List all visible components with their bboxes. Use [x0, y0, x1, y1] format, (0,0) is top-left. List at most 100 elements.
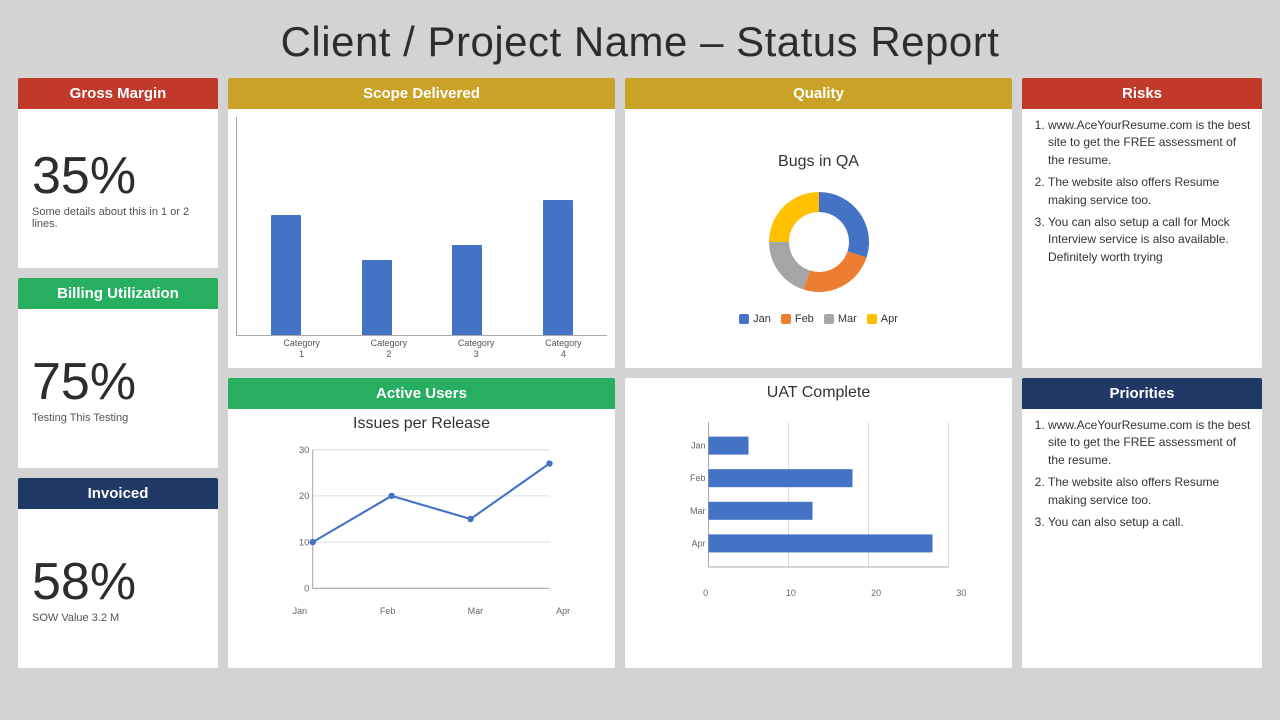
legend-color: [867, 314, 877, 324]
line-x-label: Apr: [519, 606, 607, 616]
uat-title: UAT Complete: [767, 384, 870, 402]
scope-delivered-header: Scope Delivered: [228, 78, 615, 109]
kpi-column: Gross Margin 35% Some details about this…: [18, 78, 218, 668]
page: Client / Project Name – Status Report Gr…: [0, 0, 1280, 720]
invoiced-value: 58%: [32, 556, 204, 608]
hbar-rect: [709, 437, 749, 455]
svg-text:0: 0: [304, 584, 309, 595]
hbar-y-label: Feb: [690, 473, 706, 483]
bugs-in-qa-title: Bugs in QA: [778, 153, 859, 171]
risk-item: The website also offers Resume making se…: [1048, 174, 1252, 209]
bar-x-label: Category3: [458, 338, 495, 360]
risks-card: Risks www.AceYourResume.com is the best …: [1022, 78, 1262, 368]
quality-body: Bugs in QA Jan Feb Mar Apr: [625, 109, 1012, 368]
invoiced-detail: SOW Value 3.2 M: [32, 612, 204, 624]
priorities-body: www.AceYourResume.com is the best site t…: [1022, 409, 1262, 544]
priorities-header: Priorities: [1022, 378, 1262, 409]
donut-segment: [769, 192, 819, 242]
hbar-x-tick: 0: [663, 588, 748, 598]
legend-item: Apr: [867, 313, 898, 325]
billing-utilization-header: Billing Utilization: [18, 278, 218, 309]
svg-text:30: 30: [299, 445, 310, 456]
legend-label: Apr: [881, 313, 898, 325]
hbar-y-label: Apr: [691, 538, 705, 548]
bar-chart-area: 543210: [236, 117, 607, 336]
legend-color: [781, 314, 791, 324]
scope-bar-chart: 543210 Category1Category2Category3Catego…: [236, 117, 607, 360]
donut-segment: [769, 242, 810, 290]
hbar-rect: [709, 469, 853, 487]
hbar-y-label: Mar: [690, 506, 706, 516]
legend-item: Jan: [739, 313, 771, 325]
legend-item: Mar: [824, 313, 857, 325]
uat-body: UAT Complete Jan Feb Mar Apr 0102030: [625, 378, 1012, 668]
invoiced-body: 58% SOW Value 3.2 M: [18, 509, 218, 668]
active-users-header: Active Users: [228, 378, 615, 409]
hbar-wrap: Jan Feb Mar Apr 0102030: [633, 412, 1004, 664]
donut-svg: [739, 177, 899, 307]
hbar-x-tick: 20: [834, 588, 919, 598]
line-chart-svg: 0 10 20 30: [236, 439, 607, 599]
donut-container: Bugs in QA Jan Feb Mar Apr: [739, 153, 899, 325]
priority-item: The website also offers Resume making se…: [1048, 474, 1252, 509]
gross-margin-value: 35%: [32, 150, 204, 202]
priority-item: www.AceYourResume.com is the best site t…: [1048, 417, 1252, 469]
bar: [452, 245, 482, 335]
bar: [362, 260, 392, 335]
risk-item: www.AceYourResume.com is the best site t…: [1048, 117, 1252, 169]
hbar-x-tick: 30: [919, 588, 1004, 598]
quality-header: Quality: [625, 78, 1012, 109]
billing-utilization-detail: Testing This Testing: [32, 412, 204, 424]
risks-header: Risks: [1022, 78, 1262, 109]
legend-color: [739, 314, 749, 324]
legend-label: Feb: [795, 313, 814, 325]
dashboard: Gross Margin 35% Some details about this…: [18, 78, 1262, 668]
bar-group: [452, 245, 482, 335]
gross-margin-detail: Some details about this in 1 or 2 lines.: [32, 206, 204, 230]
billing-utilization-body: 75% Testing This Testing: [18, 309, 218, 468]
line-x-label: Feb: [344, 606, 432, 616]
active-users-body: Issues per Release 0 10 20 30 JanFebMarApr: [228, 409, 615, 668]
invoiced-header: Invoiced: [18, 478, 218, 509]
bar: [271, 215, 301, 335]
active-users-card: Active Users Issues per Release 0 10 20 30 …: [228, 378, 615, 668]
bar-x-label: Category1: [283, 338, 320, 360]
bar-group: [271, 215, 301, 335]
line-chart-wrap: 0 10 20 30 JanFebMarApr: [236, 439, 607, 664]
quality-card: Quality Bugs in QA Jan Feb Mar Apr: [625, 78, 1012, 368]
hbar-x-labels: 0102030: [633, 588, 1004, 598]
page-title: Client / Project Name – Status Report: [18, 10, 1262, 78]
scope-delivered-card: Scope Delivered 543210 Category1Category…: [228, 78, 615, 368]
right-column: Risks www.AceYourResume.com is the best …: [1022, 78, 1262, 668]
bar-x-label: Category4: [545, 338, 582, 360]
legend-color: [824, 314, 834, 324]
hbar-x-tick: 10: [748, 588, 833, 598]
uat-complete-card: UAT Complete Jan Feb Mar Apr 0102030: [625, 378, 1012, 668]
priorities-card: Priorities www.AceYourResume.com is the …: [1022, 378, 1262, 668]
donut-segment: [803, 251, 866, 292]
billing-utilization-card: Billing Utilization 75% Testing This Tes…: [18, 278, 218, 468]
line-x-labels: JanFebMarApr: [236, 606, 607, 616]
x-axis-labels: Category1 Category2 Category3 Category4: [236, 338, 607, 360]
bar-x-label: Category2: [371, 338, 408, 360]
line-chart-dot: [310, 539, 316, 545]
issues-per-release-title: Issues per Release: [353, 415, 490, 433]
legend-label: Mar: [838, 313, 857, 325]
risks-body: www.AceYourResume.com is the best site t…: [1022, 109, 1262, 279]
svg-text:20: 20: [299, 491, 310, 502]
line-chart-dot: [467, 516, 473, 522]
legend-label: Jan: [753, 313, 771, 325]
invoiced-card: Invoiced 58% SOW Value 3.2 M: [18, 478, 218, 668]
donut-legend: Jan Feb Mar Apr: [739, 313, 898, 325]
gross-margin-card: Gross Margin 35% Some details about this…: [18, 78, 218, 268]
hbar-y-label: Jan: [691, 441, 706, 451]
bar-group: [543, 200, 573, 335]
billing-utilization-value: 75%: [32, 356, 204, 408]
risk-item: You can also setup a call for Mock Inter…: [1048, 214, 1252, 266]
svg-text:10: 10: [299, 537, 310, 548]
line-x-label: Jan: [256, 606, 344, 616]
bar: [543, 200, 573, 335]
hbar-chart-svg: Jan Feb Mar Apr: [633, 412, 1004, 582]
legend-item: Feb: [781, 313, 814, 325]
gross-margin-body: 35% Some details about this in 1 or 2 li…: [18, 109, 218, 268]
